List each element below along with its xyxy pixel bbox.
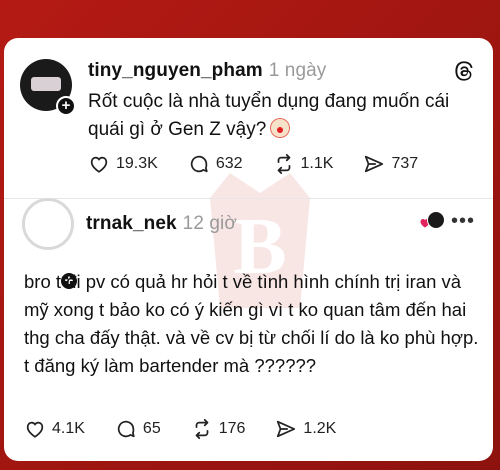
share-count: 1.2K [303,420,337,437]
post-text: bro t đi pv có quả hr hỏi t về tình hình… [24,271,479,376]
repost-button[interactable]: 176 [191,418,246,440]
share-button[interactable]: 737 [363,153,418,175]
threads-screenshot-card: B + tiny_nguyen_pham 1 ngày Rốt cuộc là n… [4,38,493,461]
share-icon [365,155,384,173]
repost-count: 1.1K [300,155,334,172]
like-count: 4.1K [52,420,85,437]
avatar-image [31,77,61,91]
post-actions: 19.3K 632 1.1K 737 [88,153,448,175]
threads-logo-icon[interactable] [453,60,475,82]
repost-count: 176 [218,420,246,437]
username[interactable]: tiny_nguyen_pham [88,60,263,81]
more-icon[interactable]: ••• [451,210,475,233]
repost-button[interactable]: 1.1K [273,153,334,175]
repost-icon [277,153,290,175]
comment-icon [117,420,135,438]
follow-plus-icon[interactable]: + [56,96,76,116]
repost-icon [195,418,209,440]
reply-count: 632 [215,155,243,172]
like-count: 19.3K [116,155,158,172]
reply-button[interactable]: 65 [115,418,161,440]
reply-count: 65 [142,420,161,437]
heart-icon [26,421,44,438]
post-actions: 4.1K 65 176 1.2K [24,418,366,440]
post-text: Rốt cuộc là nhà tuyển dụng đang muốn cái… [88,91,450,140]
username[interactable]: trnak_nek [86,213,177,234]
clown-emoji-icon [270,118,291,138]
comment-icon [190,155,208,173]
timestamp: 1 ngày [268,60,327,81]
share-button[interactable]: 1.2K [275,418,336,440]
post-2: + trnak_nek 12 giờ ••• bro t đi pv có quả… [4,198,493,461]
reply-button[interactable]: 632 [188,153,243,175]
avatar[interactable] [22,198,74,250]
like-button[interactable]: 4.1K [24,418,85,440]
like-button[interactable]: 19.3K [88,153,158,175]
mini-avatar [427,211,445,229]
share-count: 737 [391,155,419,172]
post-1: + tiny_nguyen_pham 1 ngày Rốt cuộc là nhà… [4,38,493,198]
liked-by-indicator [419,211,445,231]
share-icon [277,420,296,438]
heart-icon [90,156,108,173]
timestamp: 12 giờ [182,213,237,234]
